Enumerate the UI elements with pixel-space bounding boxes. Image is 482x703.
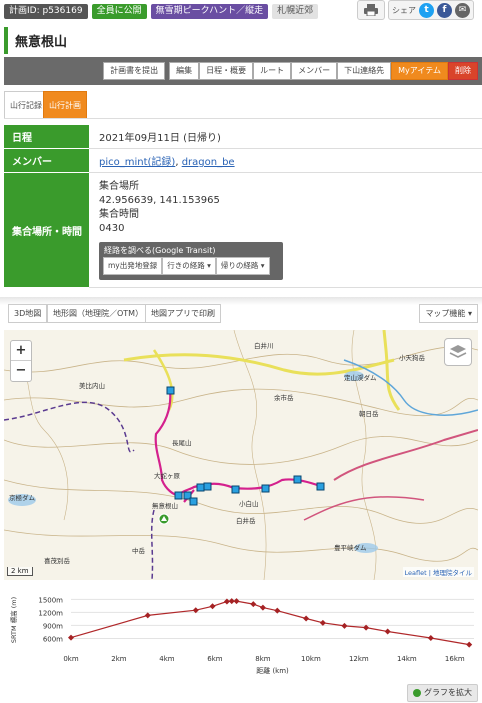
share-area: シェア t f ✉ xyxy=(357,0,474,20)
y-tick-label: 1200m xyxy=(38,609,63,617)
share-label: シェア xyxy=(392,5,416,15)
elevation-point xyxy=(144,612,151,619)
y-tick-label: 600m xyxy=(43,635,63,643)
route-markers xyxy=(158,386,325,525)
meeting-label: 集合場所・時間 xyxy=(4,172,89,288)
elevation-point xyxy=(68,634,74,641)
waypoint-marker xyxy=(316,482,325,491)
elevation-point xyxy=(319,619,326,626)
category-badge[interactable]: 無雪期ピークハント／縦走 xyxy=(150,4,269,19)
meet-place-label: 集合場所 xyxy=(99,181,139,192)
members-button[interactable]: メンバー xyxy=(291,62,338,80)
twitter-icon[interactable]: t xyxy=(419,2,434,18)
members-label: メンバー xyxy=(4,148,89,173)
meeting-value: 集合場所 42.956639, 141.153965 集合時間 0430 経路を… xyxy=(89,172,482,288)
waypoint-marker xyxy=(166,386,175,395)
x-axis-label: 距離 (km) xyxy=(256,666,289,675)
member-link[interactable]: pico_mint(記録) xyxy=(99,157,175,168)
x-tick-label: 8km xyxy=(255,655,271,663)
scale-bar: 2 km xyxy=(7,567,33,576)
date-value: 2021年09月11日 (日帰り) xyxy=(89,125,482,149)
mail-icon[interactable]: ✉ xyxy=(455,2,470,18)
printer-icon xyxy=(364,4,378,16)
x-tick-label: 6km xyxy=(207,655,223,663)
map-functions-button[interactable]: マップ機能 ▾ xyxy=(419,304,478,323)
date-label: 日程 xyxy=(4,125,89,149)
elevation-point xyxy=(303,615,310,622)
expand-graph-label: グラフを拡大 xyxy=(424,688,472,697)
route-search-box: 経路を調べる(Google Transit) my出発地登録 行きの経路 ▾ 帰… xyxy=(99,242,283,280)
meet-time-label: 集合時間 xyxy=(99,209,139,220)
return-route-button[interactable]: 帰りの経路 ▾ xyxy=(215,257,270,275)
topo-map-button[interactable]: 地形図（地理院／OTM） xyxy=(47,304,150,323)
plan-id-badge: 計画ID: p536169 xyxy=(4,4,88,19)
map-3d-button[interactable]: 3D地図 xyxy=(8,304,48,323)
plan-info-table: 日程 2021年09月11日 (日帰り) メンバー pico_mint(記録),… xyxy=(4,125,482,288)
x-tick-label: 0km xyxy=(63,655,79,663)
tab-bar: 山行記録 山行計画 xyxy=(4,89,482,119)
elevation-point xyxy=(250,601,257,608)
waypoint-marker xyxy=(189,497,198,506)
elevation-point xyxy=(341,622,348,629)
x-tick-label: 4km xyxy=(159,655,175,663)
elevation-point xyxy=(384,628,391,635)
elevation-point xyxy=(427,635,434,642)
facebook-icon[interactable]: f xyxy=(437,2,452,18)
members-value: pico_mint(記録), dragon_be xyxy=(89,148,482,173)
tab-plan[interactable]: 山行計画 xyxy=(43,91,87,118)
elevation-point xyxy=(466,641,473,648)
expand-icon xyxy=(413,688,421,697)
page-title: 無意根山 xyxy=(4,27,482,54)
waypoint-marker xyxy=(203,482,212,491)
my-items-button[interactable]: Myアイテム xyxy=(391,62,448,80)
meet-place-value: 42.956639, 141.153965 xyxy=(99,195,220,206)
schedule-button[interactable]: 日程・概要 xyxy=(199,62,254,80)
expand-graph-button[interactable]: グラフを拡大 xyxy=(407,684,478,702)
member-link[interactable]: dragon_be xyxy=(182,157,235,168)
x-tick-label: 12km xyxy=(349,655,369,663)
map-toolbar: 3D地図 地形図（地理院／OTM） 地図アプリで印刷 マップ機能 ▾ xyxy=(0,303,482,328)
area-badge[interactable]: 札幌近郊 xyxy=(272,4,319,19)
print-map-button[interactable]: 地図アプリで印刷 xyxy=(145,304,221,323)
waypoint-marker xyxy=(231,485,240,494)
y-tick-label: 1500m xyxy=(38,596,63,604)
delete-button[interactable]: 削除 xyxy=(448,62,478,80)
elevation-point xyxy=(209,603,216,610)
x-tick-label: 14km xyxy=(397,655,417,663)
visibility-badge[interactable]: 全員に公開 xyxy=(91,4,147,19)
edit-button[interactable]: 編集 xyxy=(169,62,200,80)
waypoint-marker xyxy=(196,483,205,492)
tab-record[interactable]: 山行記録 xyxy=(4,91,48,118)
y-tick-label: 900m xyxy=(43,622,63,630)
action-bar: 計画書を提出 編集 日程・概要 ルート メンバー 下山連絡先 Myアイテム 削除 xyxy=(4,57,482,85)
elevation-point xyxy=(259,604,266,611)
route-map[interactable]: + − 美比内山 白井川 小天狗岳 定山渓ダム 朝日岳 京極ダム 長尾山 大蛇ヶ… xyxy=(4,330,478,580)
submit-plan-button[interactable]: 計画書を提出 xyxy=(103,62,166,80)
outbound-route-button[interactable]: 行きの経路 ▾ xyxy=(162,257,216,275)
share-box: シェア t f ✉ xyxy=(388,0,474,20)
waypoint-marker xyxy=(261,484,270,493)
y-axis-label: SRTM 標高 (m) xyxy=(9,597,18,643)
x-tick-label: 2km xyxy=(111,655,127,663)
waypoint-marker xyxy=(293,475,302,484)
x-tick-label: 16km xyxy=(445,655,465,663)
print-button[interactable] xyxy=(357,0,385,20)
register-origin-button[interactable]: my出発地登録 xyxy=(103,257,163,275)
meet-time-value: 0430 xyxy=(99,223,125,234)
route-search-title: 経路を調べる(Google Transit) xyxy=(104,246,216,255)
waypoint-marker xyxy=(174,491,183,500)
route-button[interactable]: ルート xyxy=(253,62,292,80)
elevation-plot: 1500m 1200m 900m 600m 0km 2km 4km 6km 8km 10km 12k… xyxy=(9,596,474,675)
elevation-chart: 1500m 1200m 900m 600m 0km 2km 4km 6km 8km 10km 12k… xyxy=(4,587,482,679)
map-attribution[interactable]: Leaflet | 地理院タイル xyxy=(402,567,474,577)
contact-button[interactable]: 下山連絡先 xyxy=(337,62,392,80)
x-tick-label: 10km xyxy=(301,655,321,663)
